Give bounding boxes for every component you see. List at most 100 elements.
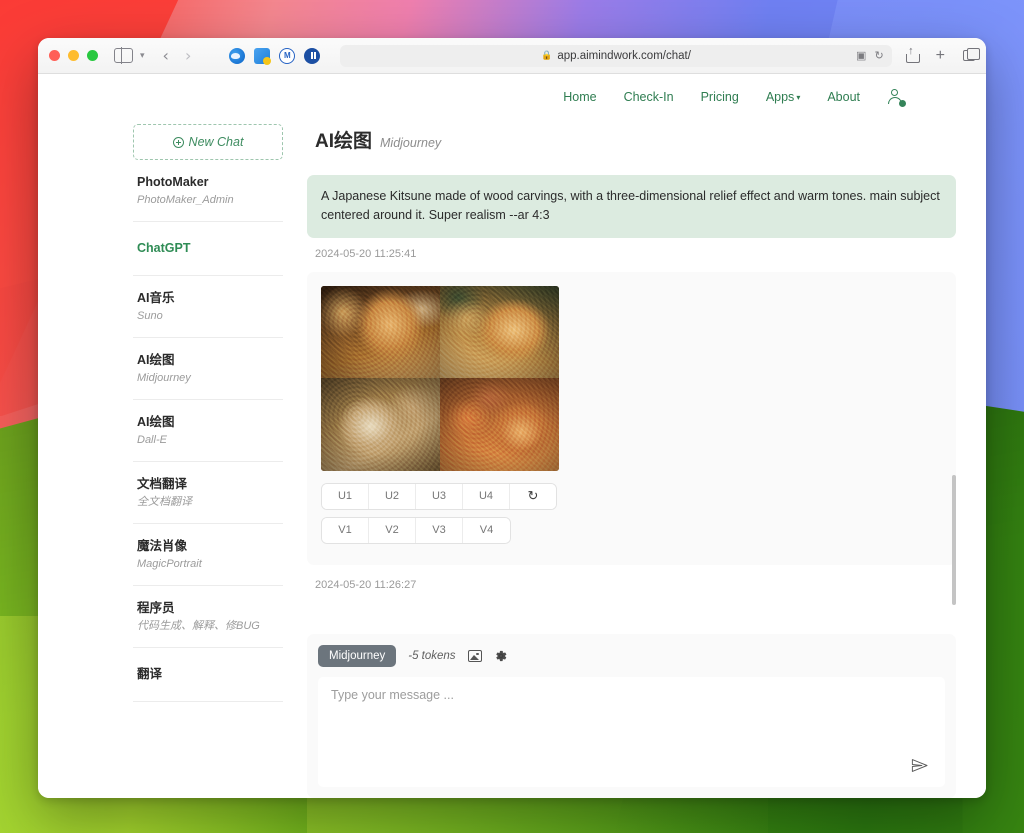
sidebar-item-magic-portrait[interactable]: 魔法肖像 MagicPortrait (133, 524, 283, 587)
message-stream: A Japanese Kitsune made of wood carvings… (307, 175, 956, 622)
plus-circle-icon (172, 136, 184, 148)
sidebar-item-subtitle: 全文档翻译 (137, 495, 192, 508)
chevron-down-icon: ▾ (796, 93, 801, 102)
chevron-down-icon[interactable]: ▾ (140, 50, 145, 61)
browser-window: ▾ ‹ › M 🔒 app.aimindwork.com/chat/ ▣ ↻ ↑… (38, 38, 986, 798)
avatar-badge (899, 99, 906, 107)
sidebar-item-title: AI音乐 (137, 290, 175, 305)
generated-image-tile-2[interactable] (440, 285, 559, 379)
assistant-message-bubble: U1 U2 U3 U4 ↻ V1 V2 V3 V4 (307, 271, 956, 565)
variation-button-v4[interactable]: V4 (463, 517, 510, 543)
share-icon[interactable] (905, 45, 920, 63)
sidebar-item-chatgpt[interactable]: ChatGPT (133, 222, 283, 276)
sidebar-item-subtitle: 代码生成、解释、修BUG (137, 620, 260, 633)
sidebar-toggle-icon[interactable] (114, 47, 133, 64)
maximize-window-button[interactable] (87, 50, 98, 61)
message-composer: Midjourney -5 tokens Type your message .… (307, 634, 956, 798)
nav-link-checkin[interactable]: Check-In (624, 90, 674, 104)
generated-image-grid[interactable] (321, 285, 559, 471)
sidebar-item-ai-draw-dalle[interactable]: AI绘图 Dall-E (133, 400, 283, 463)
assistant-message-timestamp: 2024-05-20 11:26:27 (315, 578, 417, 591)
nav-link-home[interactable]: Home (563, 90, 596, 104)
navigation-arrows: ‹ › (163, 47, 192, 64)
sidebar-item-doc-translate[interactable]: 文档翻译 全文档翻译 (133, 462, 283, 525)
close-window-button[interactable] (49, 50, 60, 61)
message-input-placeholder: Type your message ... (331, 688, 454, 702)
model-selector-badge[interactable]: Midjourney (318, 645, 397, 667)
message-input[interactable]: Type your message ... (318, 677, 945, 787)
plus-icon[interactable]: + (936, 47, 945, 64)
extension-download-icon[interactable] (254, 47, 272, 65)
image-upload-icon[interactable] (467, 650, 482, 662)
user-account-icon[interactable] (887, 88, 906, 107)
upscale-button-u2[interactable]: U2 (369, 483, 416, 509)
sidebar-item-subtitle: MagicPortrait (137, 557, 202, 570)
sidebar-item-title: 翻译 (137, 667, 163, 682)
user-message-timestamp: 2024-05-20 11:25:41 (315, 247, 417, 260)
sidebar-item-programmer[interactable]: 程序员 代码生成、解释、修BUG (133, 586, 283, 649)
token-cost-label: -5 tokens (408, 650, 456, 662)
sidebar-item-photomaker[interactable]: PhotoMaker PhotoMaker_Admin (133, 160, 283, 223)
sidebar-item-title: 程序员 (137, 601, 175, 616)
variation-button-v1[interactable]: V1 (322, 517, 369, 543)
site-navbar: Home Check-In Pricing Apps ▾ About (38, 74, 986, 120)
upscale-button-u4[interactable]: U4 (463, 483, 510, 509)
nav-link-apps[interactable]: Apps ▾ (766, 90, 801, 104)
page-title-subtext: Midjourney (380, 136, 442, 150)
variation-button-row: V1 V2 V3 V4 (321, 516, 511, 544)
new-chat-label: New Chat (188, 135, 244, 149)
variation-button-v2[interactable]: V2 (369, 517, 416, 543)
forward-arrow-icon[interactable]: › (185, 47, 191, 64)
sidebar-item-title: PhotoMaker (137, 175, 209, 189)
send-icon[interactable] (910, 756, 929, 775)
address-bar[interactable]: 🔒 app.aimindwork.com/chat/ ▣ ↻ (340, 44, 892, 67)
desktop-wallpaper: ▾ ‹ › M 🔒 app.aimindwork.com/chat/ ▣ ↻ ↑… (0, 0, 1024, 833)
gear-icon[interactable] (494, 649, 508, 663)
toolbar-right-actions: + (905, 45, 980, 64)
page-body: New Chat PhotoMaker PhotoMaker_Admin Cha… (38, 120, 986, 798)
message-scrollbar[interactable] (952, 475, 956, 605)
reload-icon[interactable]: ↻ (874, 49, 883, 62)
sidebar-item-title: AI绘图 (137, 415, 175, 430)
user-message-bubble: A Japanese Kitsune made of wood carvings… (307, 175, 956, 238)
generated-image-tile-3[interactable] (321, 378, 440, 471)
chat-main: AI绘图 Midjourney A Japanese Kitsune made … (307, 120, 962, 798)
extension-icons: M (229, 47, 321, 65)
sidebar-item-translate[interactable]: 翻译 (133, 648, 283, 703)
reader-view-icon[interactable]: ▣ (856, 49, 866, 62)
image-action-buttons: U1 U2 U3 U4 ↻ V1 V2 V3 V4 (321, 482, 942, 551)
sidebar-item-subtitle: Dall-E (137, 433, 167, 446)
window-traffic-lights (49, 50, 98, 61)
sidebar-item-ai-music[interactable]: AI音乐 Suno (133, 276, 283, 338)
sidebar-item-ai-draw-midjourney[interactable]: AI绘图 Midjourney (133, 338, 283, 401)
sidebar-item-subtitle: PhotoMaker_Admin (137, 193, 234, 206)
extension-globe-icon[interactable] (229, 47, 246, 64)
sidebar-item-subtitle: Suno (137, 309, 163, 322)
upscale-button-row: U1 U2 U3 U4 ↻ (321, 482, 557, 510)
sidebar-item-title: AI绘图 (137, 352, 175, 367)
refresh-icon[interactable]: ↻ (510, 483, 556, 509)
nav-link-apps-label: Apps (765, 90, 795, 104)
sidebar-item-title: ChatGPT (137, 241, 191, 256)
avatar-head (891, 88, 898, 96)
back-arrow-icon[interactable]: ‹ (163, 47, 169, 64)
nav-link-about[interactable]: About (827, 90, 860, 104)
extension-m-icon[interactable]: M (279, 47, 296, 64)
generated-image-tile-4[interactable] (440, 378, 559, 471)
minimize-window-button[interactable] (68, 50, 79, 61)
extension-pause-icon[interactable] (304, 47, 321, 64)
upscale-button-u1[interactable]: U1 (322, 483, 369, 509)
lock-icon: 🔒 (541, 50, 553, 60)
generated-image-tile-1[interactable] (321, 285, 440, 379)
sidebar-item-subtitle: Midjourney (137, 371, 191, 384)
tab-overview-icon[interactable] (963, 47, 980, 61)
nav-link-pricing[interactable]: Pricing (701, 90, 739, 104)
browser-toolbar: ▾ ‹ › M 🔒 app.aimindwork.com/chat/ ▣ ↻ ↑… (38, 38, 986, 74)
variation-button-v3[interactable]: V3 (416, 517, 463, 543)
page-title-text: AI绘图 (315, 131, 373, 152)
new-chat-button[interactable]: New Chat (133, 124, 283, 160)
upscale-button-u3[interactable]: U3 (416, 483, 463, 509)
chat-sidebar: New Chat PhotoMaker PhotoMaker_Admin Cha… (133, 120, 283, 798)
sidebar-item-title: 魔法肖像 (137, 539, 188, 554)
web-page: Home Check-In Pricing Apps ▾ About New Ch… (38, 74, 986, 798)
